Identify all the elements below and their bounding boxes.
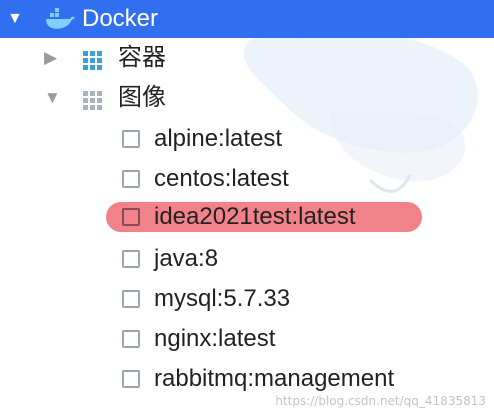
expand-arrow-icon[interactable]: ▼ xyxy=(7,10,23,28)
image-icon xyxy=(122,370,140,388)
image-label: idea2021test:latest xyxy=(154,203,356,230)
image-item-mysql[interactable]: mysql:5.7.33 xyxy=(106,282,486,320)
image-icon xyxy=(122,290,140,308)
tree-node-images[interactable]: ▼ 图像 xyxy=(0,80,494,116)
image-label: java:8 xyxy=(154,245,219,272)
image-icon xyxy=(122,250,140,268)
image-label: rabbitmq:management xyxy=(154,365,395,392)
image-icon xyxy=(122,208,140,226)
grid-icon xyxy=(83,51,102,70)
image-item-idea2021test[interactable]: idea2021test:latest xyxy=(106,200,486,238)
image-label: nginx:latest xyxy=(154,325,276,352)
image-label: mysql:5.7.33 xyxy=(154,285,291,312)
image-icon xyxy=(122,130,140,148)
docker-label: Docker xyxy=(82,5,159,32)
image-icon xyxy=(122,330,140,348)
image-item-centos[interactable]: centos:latest xyxy=(106,162,486,200)
expand-arrow-icon[interactable]: ▼ xyxy=(44,88,61,108)
image-item-java[interactable]: java:8 xyxy=(106,242,486,280)
tree-node-containers[interactable]: ▶ 容器 xyxy=(0,40,494,76)
tree-node-docker[interactable]: ▼ Docker xyxy=(0,0,494,38)
collapsed-arrow-icon[interactable]: ▶ xyxy=(44,48,57,68)
docker-whale-icon xyxy=(46,8,75,29)
group-label: 图像 xyxy=(118,84,166,111)
image-label: alpine:latest xyxy=(154,125,283,152)
grid-icon xyxy=(83,91,102,110)
watermark: https://blog.csdn.net/qq_41835813 xyxy=(275,394,486,408)
image-item-alpine[interactable]: alpine:latest xyxy=(106,122,486,160)
group-label: 容器 xyxy=(118,44,166,71)
image-item-nginx[interactable]: nginx:latest xyxy=(106,322,486,360)
image-icon xyxy=(122,170,140,188)
image-label: centos:latest xyxy=(154,165,289,192)
